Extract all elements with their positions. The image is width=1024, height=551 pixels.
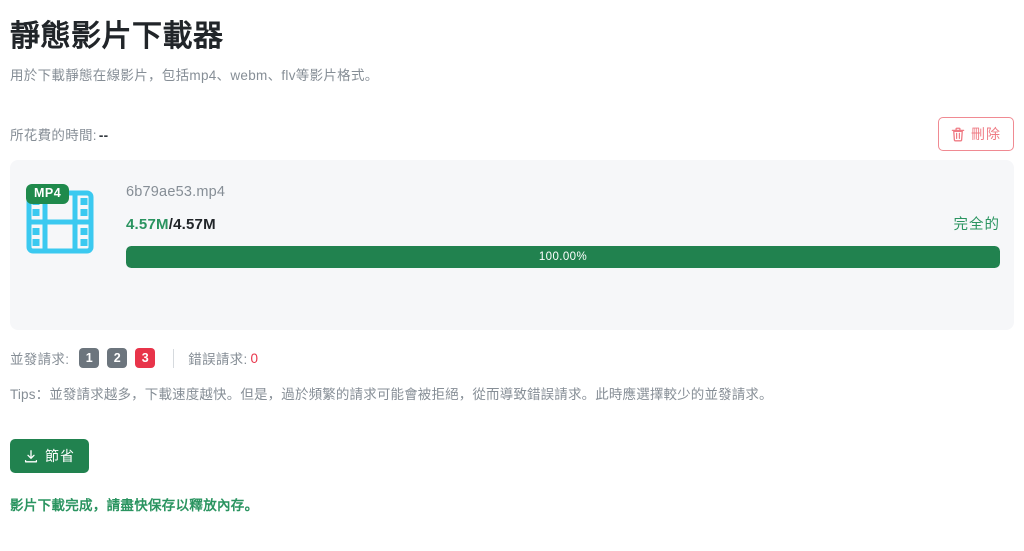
app-root: 靜態影片下載器 用於下載靜態在線影片，包括mp4、webm、flv等影片格式。 … bbox=[0, 0, 1024, 551]
meta-row: 所花費的時間: -- 刪除 bbox=[10, 116, 1014, 152]
concurrency-row: 並發請求: 1 2 3 錯誤請求: 0 bbox=[10, 346, 1014, 370]
concurrency-label: 並發請求: bbox=[10, 352, 70, 368]
concurrency-option-2[interactable]: 2 bbox=[107, 348, 128, 369]
download-icon bbox=[24, 449, 38, 464]
error-request-count: 0 bbox=[250, 350, 259, 366]
file-info: 6b79ae53.mp4 4.57M/4.57M 完全的 100.00% bbox=[104, 184, 1000, 269]
concurrency-option-3[interactable]: 3 bbox=[135, 348, 156, 369]
vertical-divider bbox=[173, 348, 175, 368]
elapsed-time: 所花費的時間: -- bbox=[10, 124, 108, 144]
elapsed-time-label: 所花費的時間: bbox=[10, 128, 97, 144]
progress-bar: 100.00% bbox=[126, 246, 1000, 269]
file-size: 4.57M/4.57M bbox=[126, 216, 216, 234]
error-request-label: 錯誤請求: bbox=[188, 352, 248, 368]
save-button[interactable]: 節省 bbox=[10, 439, 89, 474]
download-item-card: MP4 6b79ae53.mp4 4.57M/4.57M 完全的 100.00% bbox=[10, 160, 1014, 331]
completion-message: 影片下載完成，請盡快保存以釋放內存。 bbox=[10, 498, 259, 514]
tips-text: Tips：並發請求越多，下載速度越快。但是，過於頻繁的請求可能會被拒絕，從而導致… bbox=[10, 387, 773, 403]
file-name-row: 6b79ae53.mp4 bbox=[126, 184, 1000, 201]
delete-button-label: 刪除 bbox=[971, 126, 1001, 143]
format-badge: MP4 bbox=[26, 184, 70, 204]
file-thumbnail: MP4 bbox=[24, 184, 104, 256]
file-size-total: 4.57M bbox=[173, 216, 216, 234]
concurrency-options: 1 2 3 bbox=[79, 348, 156, 369]
page-title: 靜態影片下載器 bbox=[10, 20, 224, 53]
page-subtitle: 用於下載靜態在線影片，包括mp4、webm、flv等影片格式。 bbox=[10, 67, 379, 83]
progress-bar-fill: 100.00% bbox=[126, 246, 1000, 269]
delete-button[interactable]: 刪除 bbox=[938, 117, 1014, 152]
download-status: 完全的 bbox=[953, 217, 1000, 234]
file-name: 6b79ae53.mp4 bbox=[126, 184, 226, 201]
progress-percent-label: 100.00% bbox=[538, 251, 588, 264]
file-size-downloaded: 4.57M bbox=[126, 216, 169, 234]
file-size-row: 4.57M/4.57M 完全的 bbox=[126, 213, 1000, 234]
download-item-inner: MP4 6b79ae53.mp4 4.57M/4.57M 完全的 100.00% bbox=[24, 184, 1000, 269]
save-button-label: 節省 bbox=[45, 448, 75, 465]
trash-icon bbox=[951, 127, 965, 142]
elapsed-time-value: -- bbox=[98, 128, 109, 144]
concurrency-option-1[interactable]: 1 bbox=[79, 348, 100, 369]
